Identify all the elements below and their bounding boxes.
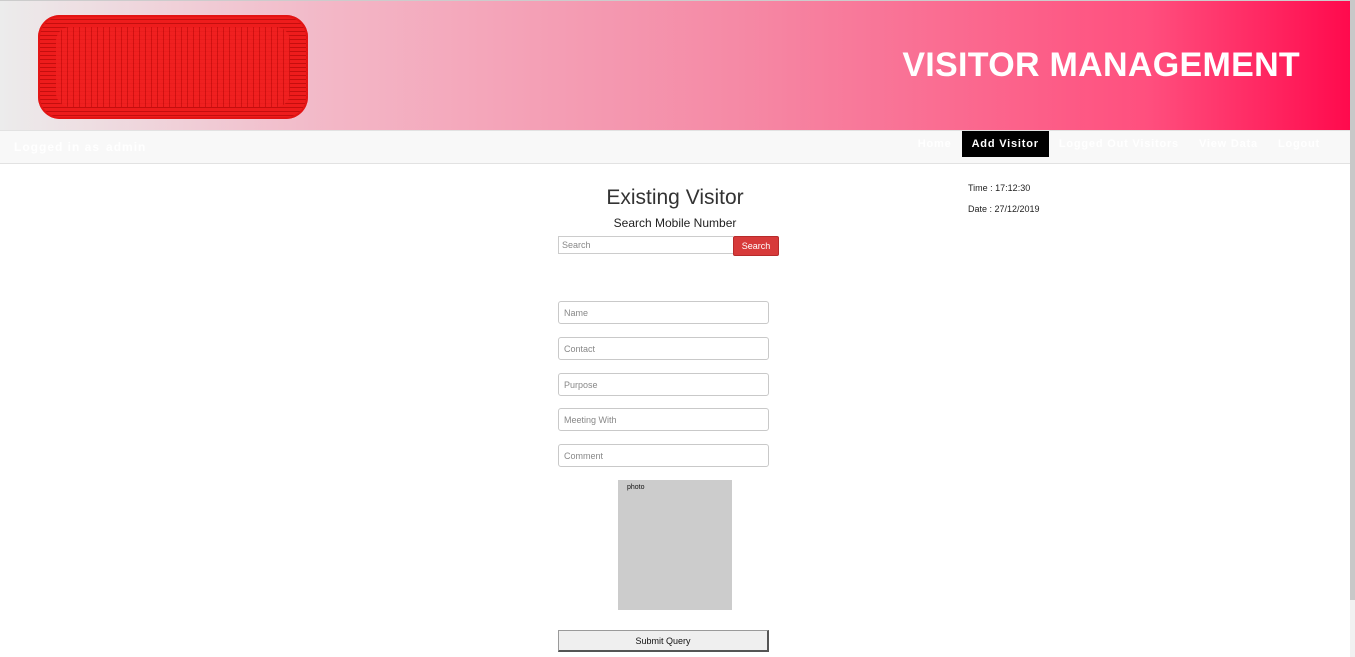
search-button[interactable]: Search: [733, 236, 779, 256]
submit-button[interactable]: Submit Query: [558, 630, 769, 652]
logo: [38, 15, 308, 119]
scrollbar[interactable]: [1350, 0, 1355, 657]
nav-add-visitor[interactable]: Add Visitor: [961, 131, 1049, 157]
photo-box: photo: [618, 480, 732, 610]
current-time: Time : 17:12:30: [968, 183, 1031, 193]
search-input[interactable]: [558, 236, 733, 254]
site-title: VISITOR MANAGEMENT: [902, 46, 1300, 84]
search-row: Search: [558, 236, 779, 256]
current-date: Date : 27/12/2019: [968, 204, 1040, 214]
nav-logged-out-visitors[interactable]: Logged Out Visitors: [1049, 131, 1189, 157]
logo-redaction: [56, 27, 290, 107]
photo-label: photo: [627, 484, 645, 491]
nav-home[interactable]: Home: [908, 131, 962, 157]
form-title: Existing Visitor: [606, 186, 744, 209]
meeting-with-field[interactable]: [558, 408, 769, 431]
nav-view-data[interactable]: View Data: [1189, 131, 1268, 157]
name-field[interactable]: [558, 301, 769, 324]
form-subtitle: Search Mobile Number: [613, 216, 737, 230]
username: admin: [106, 140, 147, 154]
scrollbar-thumb[interactable]: [1350, 0, 1355, 600]
comment-field[interactable]: [558, 444, 769, 467]
clock-panel: Time : 17:12:30 Date : 27/12/2019: [968, 183, 1040, 225]
contact-field[interactable]: [558, 337, 769, 360]
site-header: VISITOR MANAGEMENT: [0, 0, 1350, 131]
logged-in-status: Logged in as admin: [14, 140, 146, 154]
purpose-field[interactable]: [558, 373, 769, 396]
logged-in-label: Logged in as: [14, 140, 101, 154]
navbar: Logged in as admin Home Add Visitor Logge…: [0, 130, 1350, 164]
nav-links: Home Add Visitor Logged Out Visitors Vie…: [908, 131, 1330, 157]
nav-logout[interactable]: Logout: [1268, 131, 1330, 157]
